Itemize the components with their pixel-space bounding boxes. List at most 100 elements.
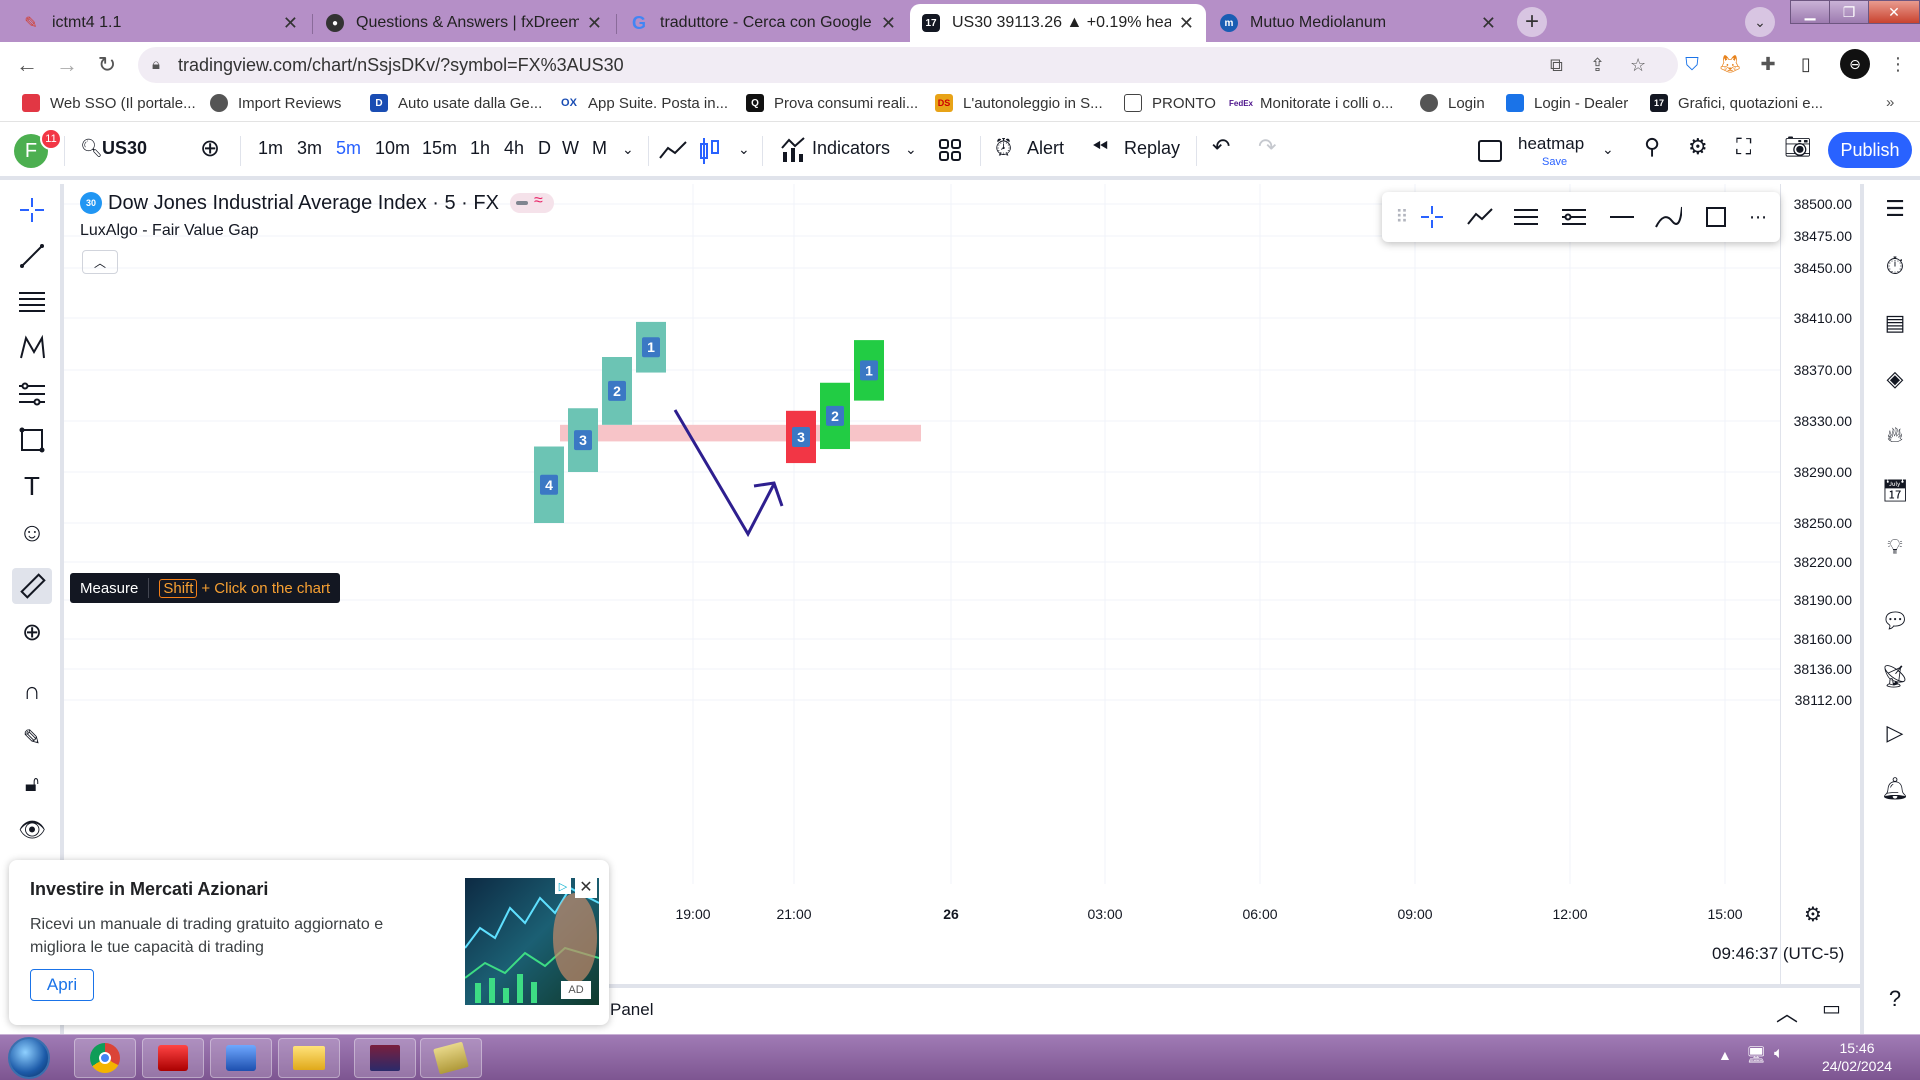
- ad-body[interactable]: Ricevi un manuale di trading gratuito ag…: [30, 913, 430, 959]
- ad-popup[interactable]: Investire in Mercati Azionari Ricevi un …: [9, 860, 609, 1025]
- close-tab-icon[interactable]: ✕: [283, 13, 298, 34]
- streams-icon[interactable]: 📡︎: [1878, 660, 1912, 694]
- interval-4h[interactable]: 4h: [504, 138, 524, 159]
- taskbar-network[interactable]: [210, 1038, 272, 1078]
- price-axis[interactable]: 38500.00 38475.00 38450.00 38410.00 38370.00…: [1780, 184, 1860, 984]
- chart-clock[interactable]: 09:46:37 (UTC-5): [1712, 944, 1844, 964]
- indicators-button[interactable]: Indicators: [812, 138, 890, 159]
- close-tab-icon[interactable]: ✕: [881, 13, 896, 34]
- collapse-panel-icon[interactable]: ︿: [1776, 996, 1798, 1028]
- show-hidden-icons-icon[interactable]: ▲: [1718, 1047, 1732, 1063]
- chevron-down-icon[interactable]: ⌄: [738, 141, 750, 158]
- bookmark-item[interactable]: Q Prova consumi reali...: [746, 94, 918, 112]
- system-clock[interactable]: 15:46 24/02/2024: [1812, 1039, 1902, 1075]
- publish-button[interactable]: Publish: [1828, 132, 1912, 168]
- bookmark-item[interactable]: DS L'autonoleggio in S...: [935, 94, 1103, 112]
- layers-icon[interactable]: ◈: [1878, 362, 1912, 396]
- search-icon[interactable]: 🔍︎: [80, 138, 103, 159]
- market-status-pill[interactable]: ≈: [510, 192, 554, 213]
- reload-button[interactable]: ↻: [92, 50, 122, 80]
- minimize-button[interactable]: ▁: [1790, 0, 1830, 24]
- line-chart-type-icon[interactable]: [658, 138, 688, 164]
- redo-icon[interactable]: ↷: [1258, 134, 1276, 160]
- pitchfork-icon[interactable]: [1560, 204, 1588, 230]
- bookmark-star-icon[interactable]: ☆: [1630, 55, 1646, 76]
- calendar-icon[interactable]: 📅︎: [1878, 474, 1912, 508]
- axis-settings-icon[interactable]: ⚙︎: [1804, 902, 1822, 927]
- notifications-bell-icon[interactable]: 🔔︎: [1878, 772, 1912, 806]
- back-button[interactable]: ←: [12, 50, 42, 80]
- zoom-in-icon[interactable]: ⊕: [12, 614, 52, 650]
- layout-name[interactable]: heatmap: [1518, 134, 1584, 154]
- tab-google[interactable]: G traduttore - Cerca con Google ✕: [618, 4, 908, 42]
- forecast-icon[interactable]: [12, 376, 52, 412]
- more-bookmarks-icon[interactable]: »: [1886, 94, 1894, 111]
- profile-avatar[interactable]: ⊖: [1840, 49, 1870, 79]
- rectangle-icon[interactable]: [1702, 204, 1730, 230]
- pattern-icon[interactable]: [12, 330, 52, 366]
- interval-d[interactable]: D: [538, 138, 551, 159]
- hotlist-flame-icon[interactable]: 🔥︎: [1878, 418, 1912, 452]
- forward-button[interactable]: →: [52, 50, 82, 80]
- ideas-bulb-icon[interactable]: 💡︎: [1878, 530, 1912, 564]
- new-tab-button[interactable]: +: [1517, 7, 1547, 37]
- crosshair-icon[interactable]: [1418, 204, 1446, 230]
- tab-tradingview[interactable]: 17 US30 39113.26 ▲ +0.19% heatm ✕: [910, 4, 1206, 42]
- hide-drawings-icon[interactable]: 👁︎: [12, 812, 52, 848]
- bookmark-item[interactable]: Login - Dealer: [1506, 94, 1628, 112]
- text-tool-icon[interactable]: T: [12, 468, 52, 504]
- browser-menu-icon[interactable]: ⋮: [1886, 52, 1910, 76]
- more-tools-icon[interactable]: ⋯: [1744, 204, 1772, 230]
- quick-search-icon[interactable]: ⚲: [1644, 134, 1660, 160]
- side-panel-icon[interactable]: ▯: [1794, 52, 1818, 76]
- tab-mediolanum[interactable]: m Mutuo Mediolanum ✕: [1208, 4, 1508, 42]
- lock-drawings-icon[interactable]: 🔓︎: [12, 766, 52, 802]
- tab-ictmt4[interactable]: ✎ ictmt4 1.1 ✕: [10, 4, 310, 42]
- close-window-button[interactable]: ✕: [1868, 0, 1920, 24]
- interval-5m[interactable]: 5m: [336, 138, 361, 159]
- start-button[interactable]: [8, 1037, 50, 1079]
- bookmark-item[interactable]: Web SSO (Il portale...: [22, 94, 196, 112]
- fib-retracement-icon[interactable]: [12, 284, 52, 320]
- close-icon[interactable]: ✕: [575, 876, 597, 898]
- taskbar-analyzer[interactable]: [142, 1038, 204, 1078]
- interval-w[interactable]: W: [562, 138, 579, 159]
- close-tab-icon[interactable]: ✕: [587, 13, 602, 34]
- geometric-shapes-icon[interactable]: [12, 422, 52, 458]
- interval-1m[interactable]: 1m: [258, 138, 283, 159]
- crosshair-icon[interactable]: [12, 192, 52, 228]
- horizontal-line-icon[interactable]: [1608, 204, 1636, 230]
- fvg-zone[interactable]: [560, 424, 921, 442]
- layout-checkbox-icon[interactable]: [1478, 140, 1502, 162]
- network-status-icon[interactable]: 🖥︎: [1746, 1045, 1766, 1065]
- candles-chart-type-icon[interactable]: [698, 136, 722, 166]
- bookmark-item[interactable]: Import Reviews: [210, 94, 341, 112]
- camera-icon[interactable]: 📷︎: [1784, 134, 1812, 160]
- bookmark-item[interactable]: D Auto usate dalla Ge...: [370, 94, 542, 112]
- help-icon[interactable]: ?: [1878, 982, 1912, 1016]
- volume-icon[interactable]: 🔈︎: [1774, 1045, 1784, 1063]
- interval-1h[interactable]: 1h: [470, 138, 490, 159]
- tab-search-button[interactable]: ⌄: [1745, 7, 1775, 37]
- emoji-icon[interactable]: ☺: [12, 514, 52, 550]
- chevron-down-icon[interactable]: ⌄: [905, 141, 917, 158]
- bookmark-item[interactable]: OX App Suite. Posta in...: [560, 94, 728, 112]
- omnibox[interactable]: 🔒︎ tradingview.com/chart/nSsjsDKv/?symbo…: [138, 47, 1678, 83]
- symbol-title[interactable]: Dow Jones Industrial Average Index · 5 ·…: [108, 192, 499, 215]
- restore-button[interactable]: ❐: [1829, 0, 1869, 24]
- alerts-clock-icon[interactable]: ⏱︎: [1878, 250, 1912, 284]
- maximize-panel-icon[interactable]: ▭: [1822, 996, 1841, 1021]
- taskbar-chrome[interactable]: [74, 1038, 136, 1078]
- close-tab-icon[interactable]: ✕: [1179, 13, 1194, 34]
- undo-icon[interactable]: ↶: [1212, 134, 1230, 160]
- interval-3m[interactable]: 3m: [297, 138, 322, 159]
- share-icon[interactable]: ⇪: [1590, 55, 1605, 76]
- interval-m[interactable]: M: [592, 138, 607, 159]
- indicators-icon[interactable]: [780, 136, 806, 164]
- drag-handle-icon[interactable]: ⠿: [1388, 204, 1416, 230]
- symbol-search[interactable]: US30: [102, 138, 147, 159]
- tab-fxdreema[interactable]: ● Questions & Answers | fxDreema ✕: [314, 4, 614, 42]
- watchlist-icon[interactable]: ☰: [1878, 192, 1912, 226]
- data-window-icon[interactable]: ▤: [1878, 306, 1912, 340]
- alert-button[interactable]: Alert: [1027, 138, 1064, 159]
